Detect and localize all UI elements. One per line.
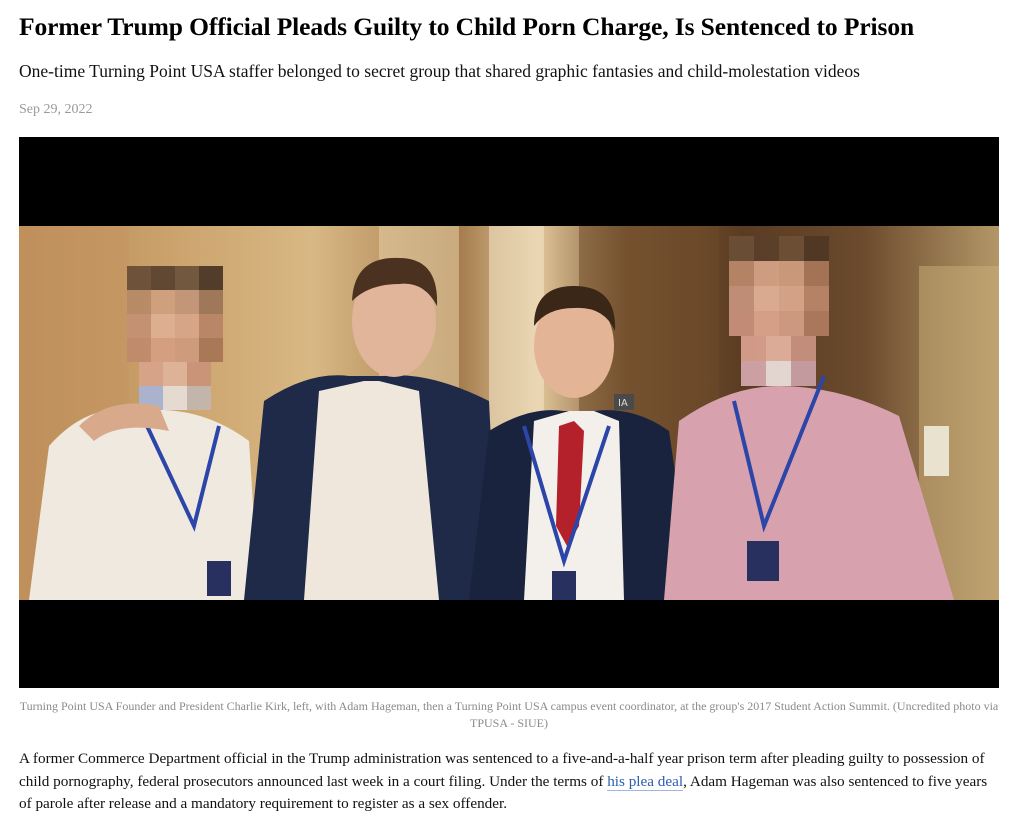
article-photo[interactable]: IA: [19, 226, 999, 600]
person1-pixelated-face: [127, 266, 223, 410]
person4-pixelated-face: [729, 236, 829, 386]
photo-caption: Turning Point USA Founder and President …: [19, 699, 999, 730]
plea-deal-link[interactable]: his plea deal: [607, 772, 684, 791]
photo-illustration: IA: [19, 226, 999, 600]
article-date: Sep 29, 2022: [19, 102, 93, 117]
article-headline: Former Trump Official Pleads Guilty to C…: [19, 12, 915, 41]
article-dek: One-time Turning Point USA staffer belon…: [19, 61, 860, 81]
photo-switch-plate: [924, 426, 949, 476]
article-body-paragraph: A former Commerce Department official in…: [19, 748, 999, 816]
person3-badge: [552, 571, 576, 600]
person1-badge: [207, 561, 231, 596]
person4-badge: [747, 541, 779, 581]
photo-badge-sign-text: IA: [618, 398, 628, 409]
article-photo-frame[interactable]: IA: [19, 137, 999, 688]
person2-shirt: [304, 381, 439, 600]
